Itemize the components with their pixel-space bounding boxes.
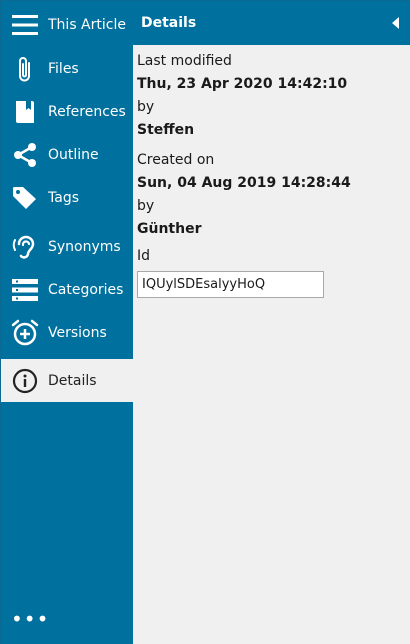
- sidebar-item-this-article[interactable]: This Article: [1, 3, 133, 46]
- sidebar-item-label: This Article: [48, 16, 126, 33]
- created-by-value: Günther: [137, 221, 202, 237]
- sidebar: This Article Files References Outline Ta…: [1, 1, 133, 644]
- collapse-left-arrow-icon[interactable]: [389, 15, 401, 31]
- sidebar-item-versions[interactable]: Versions: [1, 311, 133, 354]
- sidebar-item-label: Versions: [48, 324, 107, 341]
- created-on-label: Created on: [137, 152, 215, 168]
- sidebar-item-label: References: [48, 103, 126, 120]
- details-panel: Details Last modified Thu, 23 Apr 2020 1…: [133, 1, 410, 644]
- sidebar-item-categories[interactable]: Categories: [1, 268, 133, 311]
- sidebar-item-label: Categories: [48, 281, 124, 298]
- list-stack-icon: [11, 276, 39, 304]
- sidebar-item-label: Details: [48, 372, 97, 389]
- modified-by-label: by: [137, 99, 155, 115]
- sidebar-item-label: Files: [48, 60, 79, 77]
- share-nodes-icon: [11, 141, 39, 169]
- created-on-value: Sun, 04 Aug 2019 14:28:44: [137, 175, 351, 191]
- sidebar-item-references[interactable]: References: [1, 90, 133, 133]
- app-window: This Article Files References Outline Ta…: [0, 0, 410, 644]
- sidebar-item-files[interactable]: Files: [1, 47, 133, 90]
- info-circle-icon: [11, 367, 39, 395]
- sidebar-item-label: Outline: [48, 146, 99, 163]
- panel-title: Details: [141, 15, 197, 31]
- sidebar-item-details[interactable]: Details: [1, 359, 133, 402]
- sidebar-item-outline[interactable]: Outline: [1, 133, 133, 176]
- tag-icon: [11, 184, 39, 212]
- last-modified-value: Thu, 23 Apr 2020 14:42:10: [137, 76, 348, 92]
- paperclip-icon: [11, 55, 39, 83]
- sidebar-item-synonyms[interactable]: Synonyms: [1, 225, 133, 268]
- id-label: Id: [137, 248, 151, 264]
- created-by-label: by: [137, 198, 155, 214]
- bookmark-book-icon: [11, 98, 39, 126]
- alarm-clock-plus-icon: [11, 319, 39, 347]
- last-modified-label: Last modified: [137, 53, 232, 69]
- panel-header: Details: [133, 1, 410, 45]
- sidebar-item-label: Tags: [48, 189, 79, 206]
- sidebar-item-tags[interactable]: Tags: [1, 176, 133, 219]
- ear-icon: [11, 233, 39, 261]
- id-field[interactable]: [137, 271, 324, 298]
- more-options-icon[interactable]: •••: [11, 609, 48, 629]
- sidebar-item-label: Synonyms: [48, 238, 121, 255]
- modified-by-value: Steffen: [137, 122, 195, 138]
- hamburger-menu-icon: [11, 11, 39, 39]
